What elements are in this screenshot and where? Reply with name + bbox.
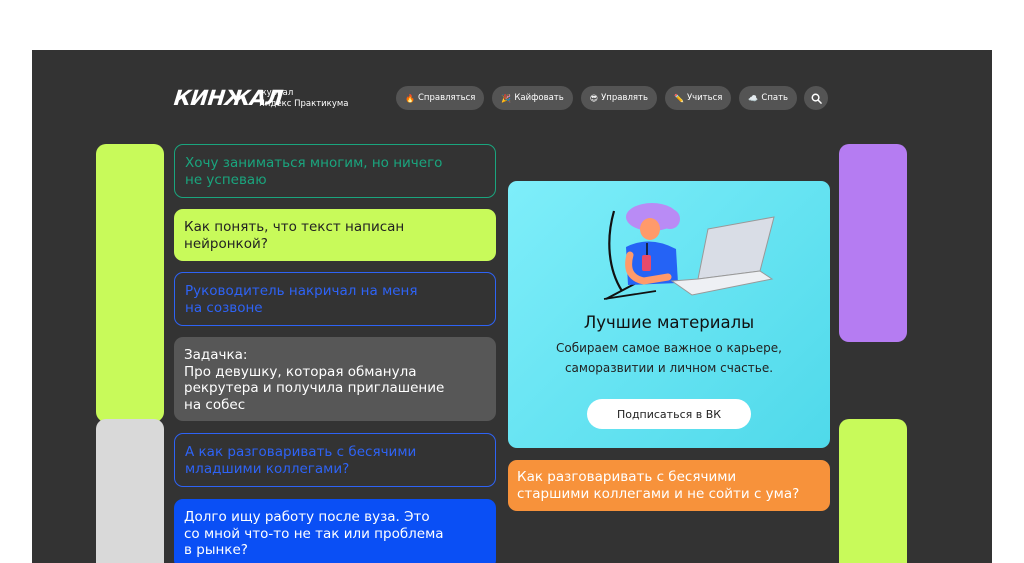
nav-label: Спать [761, 93, 789, 103]
decor-column-purple-right [839, 144, 907, 342]
article-card[interactable]: Руководитель накричал на меня на созвоне [174, 272, 496, 326]
article-title: Долго ищу работу после вуза. Это со мной… [184, 509, 444, 558]
girl-with-laptop-illustration [603, 203, 775, 300]
decor-column-lime-right [839, 419, 907, 563]
article-title: Хочу заниматься многим, но ничего не усп… [185, 155, 443, 188]
article-card[interactable]: Задачка: Про девушку, которая обманула р… [174, 337, 496, 421]
article-card-orange[interactable]: Как разговаривать с бесячими старшими ко… [508, 460, 830, 511]
logo-sub-line-1: журнал [259, 88, 294, 98]
subscribe-vk-button[interactable]: Подписаться в ВК [587, 399, 751, 429]
pencil-icon: ✏️ [673, 93, 684, 103]
article-card[interactable]: Долго ищу работу после вуза. Это со мной… [174, 499, 496, 563]
nav-item-cope[interactable]: 🔥 Справляться [396, 86, 485, 110]
category-nav: 🔥 Справляться 🎉 Кайфовать 😎 Управлять ✏️… [396, 86, 798, 110]
nav-label: Учиться [686, 93, 723, 103]
fire-icon: 🔥 [405, 93, 415, 103]
logo-subtitle: журнал Яндекс Практикума [259, 88, 348, 110]
page-frame: КИНЖАЛ журнал Яндекс Практикума 🔥 Справл… [32, 50, 992, 563]
article-card[interactable]: А как разговаривать с бесячими младшими … [174, 433, 496, 487]
party-icon: 🎉 [501, 93, 512, 103]
article-title: Задачка: Про девушку, которая обманула р… [184, 347, 445, 413]
article-title: А как разговаривать с бесячими младшими … [185, 444, 417, 477]
search-icon [811, 93, 822, 104]
nav-item-sleep[interactable]: ☁️ Спать [739, 86, 798, 110]
nav-label: Управлять [601, 93, 648, 103]
nav-label: Кайфовать [514, 93, 564, 103]
cloud-icon: ☁️ [748, 93, 759, 103]
nav-label: Справляться [417, 93, 476, 103]
promo-title: Лучшие материалы [583, 313, 755, 332]
promo-banner: Лучшие материалы Собираем самое важное о… [508, 181, 830, 448]
search-button[interactable] [804, 86, 828, 110]
logo-sub-line-2: Яндекс Практикума [259, 99, 349, 109]
sunglasses-icon: 😎 [589, 93, 599, 103]
article-card[interactable]: Как понять, что текст написан нейронкой? [174, 209, 496, 261]
article-title: Как понять, что текст написан нейронкой? [184, 219, 405, 252]
nav-item-enjoy[interactable]: 🎉 Кайфовать [492, 86, 573, 110]
article-title: Руководитель накричал на меня на созвоне [185, 283, 418, 316]
article-card[interactable]: Хочу заниматься многим, но ничего не усп… [174, 144, 496, 198]
decor-column-gray-left [96, 419, 164, 563]
promo-subtitle: Собираем самое важное о карьере, самораз… [556, 341, 782, 375]
decor-column-lime-left [96, 144, 164, 422]
nav-item-manage[interactable]: 😎 Управлять [580, 86, 657, 110]
nav-item-learn[interactable]: ✏️ Учиться [664, 86, 732, 110]
